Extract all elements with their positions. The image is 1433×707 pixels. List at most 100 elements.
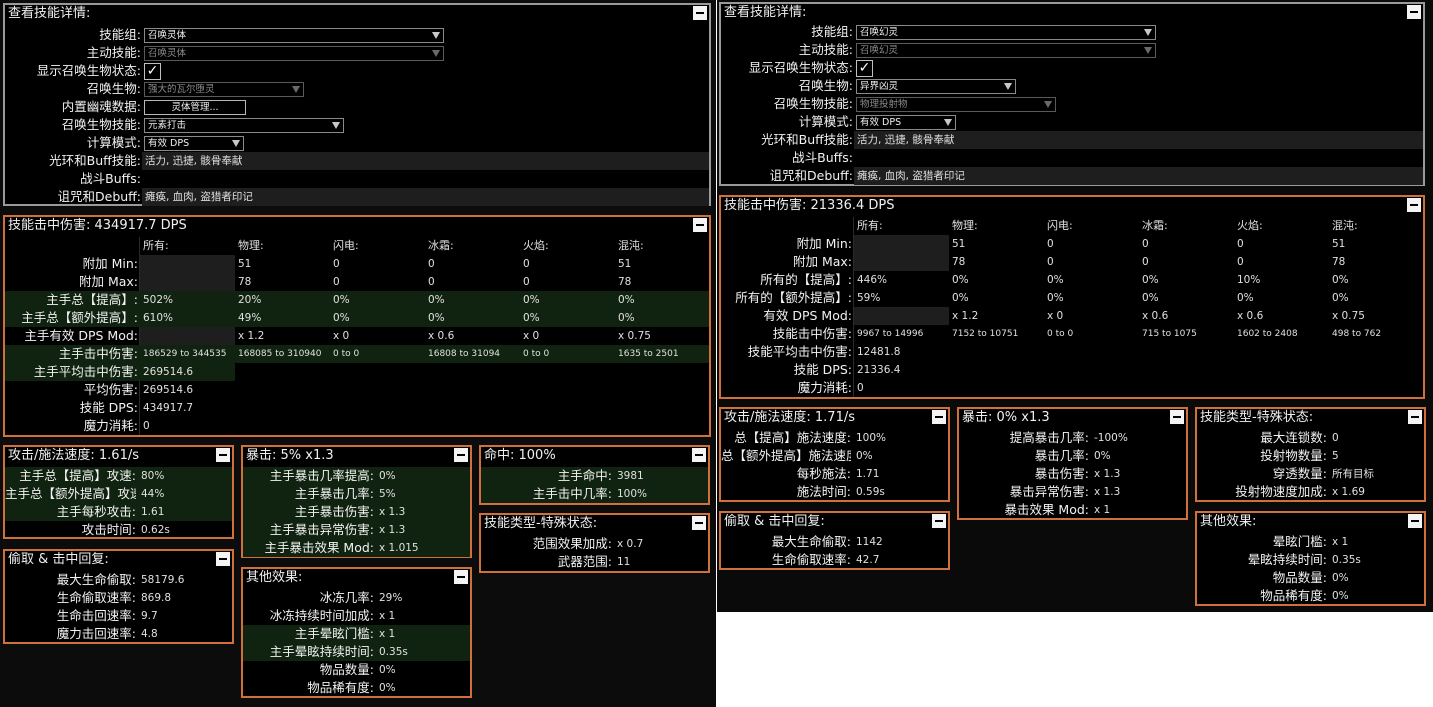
stat-value: 0% <box>1332 572 1349 584</box>
show-minion-checkbox[interactable]: ✓ <box>144 63 161 80</box>
cell: 0 to 0 <box>333 349 360 359</box>
stat-row: 晕眩门槛: x 1 <box>1197 533 1424 551</box>
stat-value: 0% <box>1332 590 1349 602</box>
cell <box>854 235 949 253</box>
spectre-row: 内置幽魂数据: 灵体管理... <box>5 98 709 116</box>
collapse-icon[interactable] <box>1408 514 1422 528</box>
table-row: 主手平均击中伤害: 269514.6 <box>5 363 235 381</box>
chevron-down-icon <box>232 140 240 147</box>
skill-group-dropdown[interactable]: 召唤幻灵 <box>856 25 1156 40</box>
table-row: 有效 DPS Mod: x 1.2 x 0 x 0.6 x 0.6 x 0.75 <box>721 307 1423 325</box>
dropdown-value: 元素打击 <box>148 120 187 131</box>
active-skill-row: 主动技能: 召唤幻灵 <box>721 41 1423 59</box>
collapse-icon[interactable] <box>693 218 707 232</box>
minion-dropdown[interactable]: 强大的瓦尔堕灵 <box>144 82 304 97</box>
chevron-down-icon <box>432 50 440 57</box>
cell: 78 <box>1332 256 1346 268</box>
collapse-icon[interactable] <box>1170 410 1184 424</box>
collapse-icon[interactable] <box>932 410 946 424</box>
cell: 0 <box>333 276 340 288</box>
minion-skill-dropdown[interactable]: 物理投射物 <box>856 97 1056 112</box>
stat-row: 穿透数量: 所有目标 <box>1197 465 1424 483</box>
column-header-row: 所有: 物理: 闪电: 冰霜: 火焰: 混沌: <box>5 237 709 255</box>
stat-row: 主手暴击效果 Mod: x 1.015 <box>243 539 470 557</box>
calc-mode-dropdown[interactable]: 有效 DPS <box>144 136 244 151</box>
stat-row: 物品数量: 0% <box>243 661 470 679</box>
stat-row: 主手每秒攻击: 1.61 <box>5 503 232 521</box>
cell: 0% <box>523 294 540 306</box>
collapse-icon[interactable] <box>692 448 706 462</box>
cell: 186529 to 344535 <box>143 349 227 359</box>
collapse-icon[interactable] <box>454 570 468 584</box>
row-label: 主手总【提高】: <box>46 292 138 307</box>
stat-label: 提高暴击几率: <box>1009 430 1089 445</box>
active-skill-dropdown[interactable]: 召唤灵体 <box>144 46 444 61</box>
collapse-icon[interactable] <box>693 6 707 20</box>
collapse-icon[interactable] <box>1408 410 1422 424</box>
cell: 0% <box>1142 292 1159 304</box>
stat-value: x 1.69 <box>1332 486 1365 498</box>
hit-damage-section: 技能击中伤害: 434917.7 DPS 所有: 物理: 闪电: 冰霜: 火焰:… <box>3 215 711 437</box>
cell <box>140 273 235 291</box>
cell: 0% <box>618 312 635 324</box>
collapse-icon[interactable] <box>932 514 946 528</box>
row-label: 所有的【提高】: <box>760 272 852 287</box>
stat-value: 4.8 <box>141 628 158 640</box>
table-row: 魔力消耗: 0 <box>5 417 235 435</box>
collapse-icon[interactable] <box>1407 5 1421 19</box>
calc-mode-dropdown[interactable]: 有效 DPS <box>856 115 956 130</box>
cell: 0 <box>1047 238 1054 250</box>
collapse-icon[interactable] <box>216 552 230 566</box>
chevron-down-icon <box>944 119 952 126</box>
cell: 0 <box>143 420 150 432</box>
cell: 1635 to 2501 <box>618 349 679 359</box>
stat-label: 暴击几率: <box>1034 448 1089 463</box>
collapse-icon[interactable] <box>454 448 468 462</box>
chevron-down-icon <box>1144 47 1152 54</box>
stat-row: 物品稀有度: 0% <box>1197 587 1424 605</box>
stat-value: x 1 <box>1094 504 1111 516</box>
combat-buffs-row: 战斗Buffs: <box>5 170 709 188</box>
spectre-manage-button[interactable]: 灵体管理... <box>144 100 246 115</box>
collapse-icon[interactable] <box>692 516 706 530</box>
show-minion-checkbox[interactable]: ✓ <box>856 60 873 77</box>
table-row: 技能 DPS: 21336.4 <box>721 361 949 379</box>
cell: 0% <box>333 294 350 306</box>
stat-row: 最大生命偷取: 58179.6 <box>5 571 232 589</box>
collapse-icon[interactable] <box>1407 198 1421 212</box>
chevron-down-icon <box>1144 29 1152 36</box>
cell: 0% <box>428 312 445 324</box>
stat-value: x 0.7 <box>617 538 644 550</box>
cell: 51 <box>1332 238 1346 250</box>
stat-label: 冰冻持续时间加成: <box>269 608 374 623</box>
stat-label: 总【提高】施法速度: <box>734 430 851 445</box>
cell: 502% <box>143 294 174 306</box>
stat-value: 5% <box>379 488 396 500</box>
curse-label: 诅咒和Debuff: <box>57 189 142 204</box>
minion-skill-dropdown[interactable]: 元素打击 <box>144 118 344 133</box>
section-title: 命中: 100% <box>481 447 708 466</box>
row-label: 主手平均击中伤害: <box>33 364 138 379</box>
stat-value: 42.7 <box>856 554 880 566</box>
cell: x 1.2 <box>952 310 979 322</box>
skill-group-dropdown[interactable]: 召唤灵体 <box>144 28 444 43</box>
stat-value: 5 <box>1332 450 1339 462</box>
stat-row: 生命偷取速率: 42.7 <box>721 551 948 569</box>
cell: 0 <box>1142 256 1149 268</box>
cell: 0% <box>1047 292 1064 304</box>
dropdown-value: 物理投射物 <box>860 99 908 110</box>
calc-mode-row: 计算模式: 有效 DPS <box>721 113 1423 131</box>
minion-dropdown[interactable]: 异界凶灵 <box>856 79 1016 94</box>
cell: 0% <box>1332 292 1349 304</box>
table-row: 魔力消耗: 0 <box>721 379 949 397</box>
aura-value: 活力, 迅捷, 骸骨奉献 <box>142 152 709 170</box>
collapse-icon[interactable] <box>216 448 230 462</box>
section-title: 攻击/施法速度: 1.61/s <box>5 447 232 466</box>
show-minion-label: 显示召唤生物状态: <box>748 60 853 75</box>
row-label: 主手总【额外提高】: <box>21 310 138 325</box>
active-skill-dropdown[interactable]: 召唤幻灵 <box>856 43 1156 58</box>
hit-damage-section: 技能击中伤害: 21336.4 DPS 所有: 物理: 闪电: 冰霜: 火焰: … <box>719 195 1425 399</box>
stat-row: 主手暴击几率: 5% <box>243 485 470 503</box>
table-row: 主手总【提高】: 502% 20% 0% 0% 0% 0% <box>5 291 709 309</box>
cell: 0% <box>952 274 969 286</box>
